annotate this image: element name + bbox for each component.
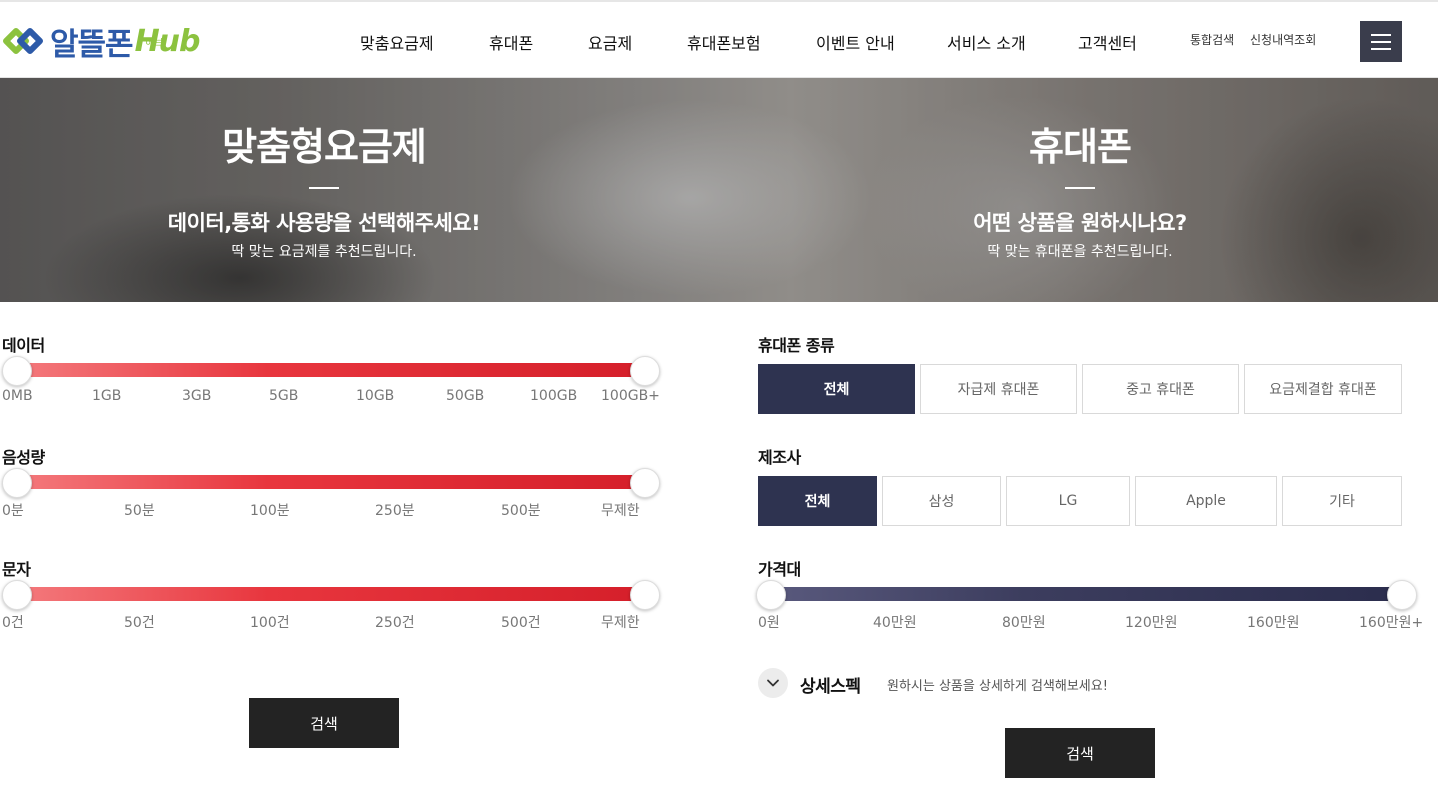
hero-phone-subtitle: 어떤 상품을 원하시나요? (973, 211, 1187, 235)
sms-slider-max-handle[interactable] (630, 580, 660, 610)
sms-slider-min-handle[interactable] (2, 580, 32, 610)
voice-tick: 250분 (375, 503, 415, 519)
nav-service-intro[interactable]: 서비스 소개 (947, 30, 1026, 54)
data-tick: 100GB+ (601, 388, 660, 404)
data-tick: 100GB (530, 388, 578, 404)
voice-tick: 무제한 (601, 503, 640, 519)
voice-tick: 0분 (2, 503, 24, 519)
price-tick: 160만원 (1247, 615, 1300, 631)
nav-customer-center[interactable]: 고객센터 (1078, 30, 1137, 54)
site-logo[interactable]: 알뜰폰 Hub (2, 18, 201, 64)
voice-tick: 100분 (250, 503, 290, 519)
sms-label: 문자 (2, 560, 31, 579)
data-tick: 50GB (446, 388, 485, 404)
logo-text: 알뜰폰 (50, 26, 134, 63)
hero-plan-title: 맞춤형요금제 (222, 125, 427, 169)
data-slider-min-handle[interactable] (2, 356, 32, 386)
phone-type-all-option[interactable]: 전체 (758, 364, 915, 414)
hero-plan-desc: 딱 맞는 요금제를 추천드립니다. (231, 244, 417, 260)
logo-icon (3, 28, 43, 54)
sms-slider[interactable] (2, 580, 660, 610)
price-tick: 0원 (758, 615, 780, 631)
voice-slider-min-handle[interactable] (2, 468, 32, 498)
maker-samsung-option[interactable]: 삼성 (882, 476, 1001, 526)
maker-lg-option[interactable]: LG (1006, 476, 1130, 526)
hero-divider (1065, 187, 1095, 189)
sms-tick: 0건 (2, 615, 24, 631)
data-tick: 0MB (2, 388, 33, 404)
plan-search-button[interactable]: 검색 (249, 698, 399, 748)
sms-tick: 250건 (375, 615, 415, 631)
data-tick: 5GB (269, 388, 299, 404)
data-slider-max-handle[interactable] (630, 356, 660, 386)
phone-type-bundle-option[interactable]: 요금제결합 휴대폰 (1244, 364, 1402, 414)
phone-search-button[interactable]: 검색 (1005, 728, 1155, 778)
hero-plan-subtitle: 데이터,통화 사용량을 선택해주세요! (167, 211, 481, 235)
data-tick: 3GB (182, 388, 212, 404)
menu-bar (1371, 33, 1391, 36)
nav-phone[interactable]: 휴대폰 (489, 30, 533, 54)
detail-spec-desc: 원하시는 상품을 상세하게 검색해보세요! (887, 679, 1108, 694)
chevron-down-icon (767, 679, 779, 687)
maker-apple-option[interactable]: Apple (1135, 476, 1277, 526)
sms-tick: 100건 (250, 615, 290, 631)
voice-slider-track[interactable] (16, 475, 646, 489)
menu-bar (1371, 47, 1391, 50)
detail-spec-toggle[interactable] (758, 668, 788, 698)
phone-type-unlocked-option[interactable]: 자급제 휴대폰 (920, 364, 1077, 414)
integrated-search-link[interactable]: 통합검색 (1190, 31, 1234, 48)
hero-phone-desc: 딱 맞는 휴대폰을 추천드립니다. (987, 244, 1173, 260)
price-tick: 160만원+ (1359, 615, 1424, 631)
order-lookup-link[interactable]: 신청내역조회 (1250, 31, 1316, 48)
phone-type-used-option[interactable]: 중고 휴대폰 (1082, 364, 1239, 414)
price-slider[interactable] (756, 580, 1418, 610)
nav-plan[interactable]: 요금제 (588, 30, 632, 54)
sms-tick: 500건 (501, 615, 541, 631)
sms-slider-track[interactable] (16, 587, 646, 601)
price-label: 가격대 (758, 560, 801, 579)
voice-tick: 500분 (501, 503, 541, 519)
nav-phone-insurance[interactable]: 휴대폰보험 (687, 30, 761, 54)
sms-tick: 50건 (124, 615, 155, 631)
price-slider-max-handle[interactable] (1387, 580, 1417, 610)
logo-sub-text: 허브 (145, 38, 164, 49)
hamburger-menu-button[interactable] (1360, 21, 1402, 62)
sms-tick: 무제한 (601, 615, 640, 631)
hero-banner: 맞춤형요금제 데이터,통화 사용량을 선택해주세요! 딱 맞는 요금제를 추천드… (0, 78, 1438, 302)
detail-spec-title[interactable]: 상세스펙 (800, 672, 861, 697)
nav-custom-plan[interactable]: 맞춤요금제 (360, 30, 434, 54)
hero-plan-block: 맞춤형요금제 데이터,통화 사용량을 선택해주세요! 딱 맞는 요금제를 추천드… (44, 78, 604, 261)
site-header: 알뜰폰 Hub 허브 맞춤요금제 휴대폰 요금제 휴대폰보험 이벤트 안내 서비… (0, 0, 1438, 78)
voice-label: 음성량 (2, 448, 45, 467)
price-slider-min-handle[interactable] (756, 580, 786, 610)
menu-bar (1371, 40, 1391, 43)
maker-other-option[interactable]: 기타 (1282, 476, 1402, 526)
hero-divider (309, 187, 339, 189)
maker-all-option[interactable]: 전체 (758, 476, 877, 526)
price-tick: 40만원 (873, 615, 917, 631)
price-tick: 80만원 (1002, 615, 1046, 631)
price-tick: 120만원 (1125, 615, 1178, 631)
phone-type-label: 휴대폰 종류 (758, 336, 835, 355)
nav-events[interactable]: 이벤트 안내 (816, 30, 895, 54)
hero-phone-block: 휴대폰 어떤 상품을 원하시나요? 딱 맞는 휴대폰을 추천드립니다. (800, 78, 1360, 261)
voice-slider-max-handle[interactable] (630, 468, 660, 498)
price-slider-track[interactable] (771, 587, 1403, 601)
data-slider-track[interactable] (16, 363, 646, 377)
voice-tick: 50분 (124, 503, 155, 519)
data-tick: 10GB (356, 388, 395, 404)
data-slider[interactable] (2, 356, 660, 386)
data-tick: 1GB (92, 388, 122, 404)
voice-slider[interactable] (2, 468, 660, 498)
maker-label: 제조사 (758, 448, 801, 467)
data-label: 데이터 (2, 336, 45, 355)
hero-phone-title: 휴대폰 (1029, 125, 1132, 169)
